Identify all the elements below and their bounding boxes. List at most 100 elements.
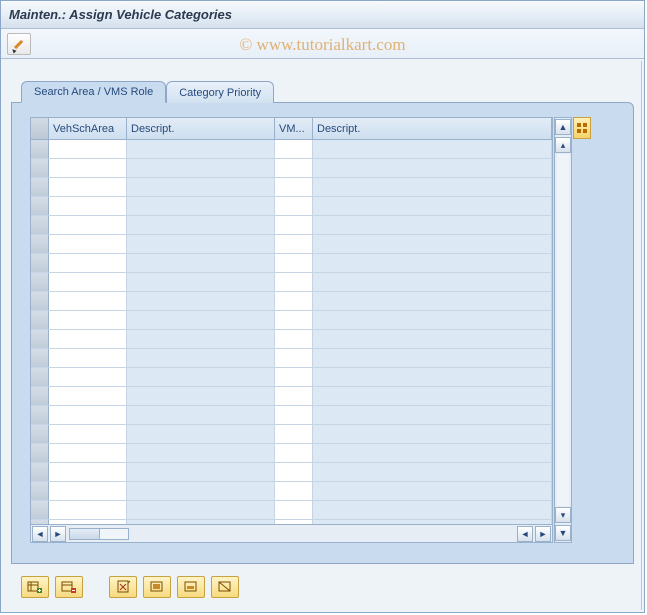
h-scroll-thumb[interactable] [70, 529, 100, 539]
row-selector[interactable] [31, 482, 49, 500]
table-row[interactable] [31, 444, 552, 463]
row-selector[interactable] [31, 254, 49, 272]
cell-vmsrole[interactable] [275, 444, 313, 462]
row-selector[interactable] [31, 197, 49, 215]
row-selector[interactable] [31, 178, 49, 196]
table-row[interactable] [31, 178, 552, 197]
scroll-up-step-button[interactable]: ▴ [555, 137, 571, 153]
scroll-down-button[interactable]: ▼ [555, 525, 571, 541]
cell-vehscharea[interactable] [49, 482, 127, 500]
cell-vehscharea[interactable] [49, 197, 127, 215]
table-row[interactable] [31, 159, 552, 178]
row-selector[interactable] [31, 330, 49, 348]
cell-vehscharea[interactable] [49, 425, 127, 443]
table-row[interactable] [31, 463, 552, 482]
deselect-all-button[interactable] [211, 576, 239, 598]
cell-vehscharea[interactable] [49, 273, 127, 291]
cell-vmsrole[interactable] [275, 216, 313, 234]
table-row[interactable] [31, 292, 552, 311]
cell-vehscharea[interactable] [49, 254, 127, 272]
cell-vehscharea[interactable] [49, 349, 127, 367]
tab-category-priority[interactable]: Category Priority [166, 81, 274, 103]
scroll-up-button[interactable]: ▲ [555, 119, 571, 135]
row-selector[interactable] [31, 235, 49, 253]
new-entries-button[interactable] [21, 576, 49, 598]
row-selector[interactable] [31, 501, 49, 519]
cell-vmsrole[interactable] [275, 273, 313, 291]
cell-vmsrole[interactable] [275, 159, 313, 177]
cell-vehscharea[interactable] [49, 387, 127, 405]
row-selector[interactable] [31, 140, 49, 158]
h-scroll-track[interactable] [69, 528, 129, 540]
scroll-right-end-button[interactable]: ► [535, 526, 551, 542]
cell-vehscharea[interactable] [49, 330, 127, 348]
cell-vmsrole[interactable] [275, 311, 313, 329]
row-selector[interactable] [31, 425, 49, 443]
cell-vmsrole[interactable] [275, 140, 313, 158]
cell-vehscharea[interactable] [49, 235, 127, 253]
cell-vmsrole[interactable] [275, 178, 313, 196]
table-row[interactable] [31, 406, 552, 425]
cell-vehscharea[interactable] [49, 311, 127, 329]
copy-as-button[interactable] [55, 576, 83, 598]
cell-vmsrole[interactable] [275, 235, 313, 253]
cell-vmsrole[interactable] [275, 197, 313, 215]
cell-vmsrole[interactable] [275, 330, 313, 348]
row-selector[interactable] [31, 368, 49, 386]
cell-vmsrole[interactable] [275, 349, 313, 367]
table-row[interactable] [31, 425, 552, 444]
cell-vmsrole[interactable] [275, 425, 313, 443]
row-selector[interactable] [31, 159, 49, 177]
col-header-vehscharea[interactable]: VehSchArea [49, 118, 127, 139]
table-row[interactable] [31, 387, 552, 406]
v-scroll-track[interactable] [557, 154, 569, 506]
table-row[interactable] [31, 368, 552, 387]
cell-vehscharea[interactable] [49, 140, 127, 158]
cell-vmsrole[interactable] [275, 463, 313, 481]
cell-vehscharea[interactable] [49, 292, 127, 310]
table-row[interactable] [31, 140, 552, 159]
table-row[interactable] [31, 311, 552, 330]
table-row[interactable] [31, 254, 552, 273]
table-row[interactable] [31, 216, 552, 235]
table-row[interactable] [31, 197, 552, 216]
table-row[interactable] [31, 501, 552, 520]
scroll-right-step-button[interactable]: ► [50, 526, 66, 542]
cell-vmsrole[interactable] [275, 406, 313, 424]
col-header-descript2[interactable]: Descript. [313, 118, 552, 139]
grid-config-button[interactable] [573, 117, 591, 139]
scroll-left-button[interactable]: ◄ [32, 526, 48, 542]
edit-toggle-button[interactable] [7, 33, 31, 55]
delete-button[interactable] [109, 576, 137, 598]
col-header-vmsrole[interactable]: VM... [275, 118, 313, 139]
cell-vmsrole[interactable] [275, 292, 313, 310]
tab-search-area[interactable]: Search Area / VMS Role [21, 81, 166, 103]
cell-vmsrole[interactable] [275, 501, 313, 519]
cell-vehscharea[interactable] [49, 178, 127, 196]
row-selector[interactable] [31, 216, 49, 234]
select-all-button[interactable] [143, 576, 171, 598]
cell-vehscharea[interactable] [49, 444, 127, 462]
cell-vehscharea[interactable] [49, 463, 127, 481]
row-selector[interactable] [31, 463, 49, 481]
cell-vehscharea[interactable] [49, 368, 127, 386]
select-block-button[interactable] [177, 576, 205, 598]
scroll-down-step-button[interactable]: ▾ [555, 507, 571, 523]
row-selector[interactable] [31, 311, 49, 329]
cell-vmsrole[interactable] [275, 368, 313, 386]
table-row[interactable] [31, 235, 552, 254]
row-selector[interactable] [31, 387, 49, 405]
row-selector[interactable] [31, 406, 49, 424]
row-selector[interactable] [31, 273, 49, 291]
col-header-selector[interactable] [31, 118, 49, 139]
row-selector[interactable] [31, 444, 49, 462]
cell-vmsrole[interactable] [275, 387, 313, 405]
table-row[interactable] [31, 349, 552, 368]
table-row[interactable] [31, 482, 552, 501]
vertical-scrollbar[interactable]: ▲ ▴ ▾ ▼ [554, 117, 572, 543]
cell-vmsrole[interactable] [275, 254, 313, 272]
cell-vehscharea[interactable] [49, 216, 127, 234]
cell-vehscharea[interactable] [49, 501, 127, 519]
row-selector[interactable] [31, 349, 49, 367]
col-header-descript1[interactable]: Descript. [127, 118, 275, 139]
